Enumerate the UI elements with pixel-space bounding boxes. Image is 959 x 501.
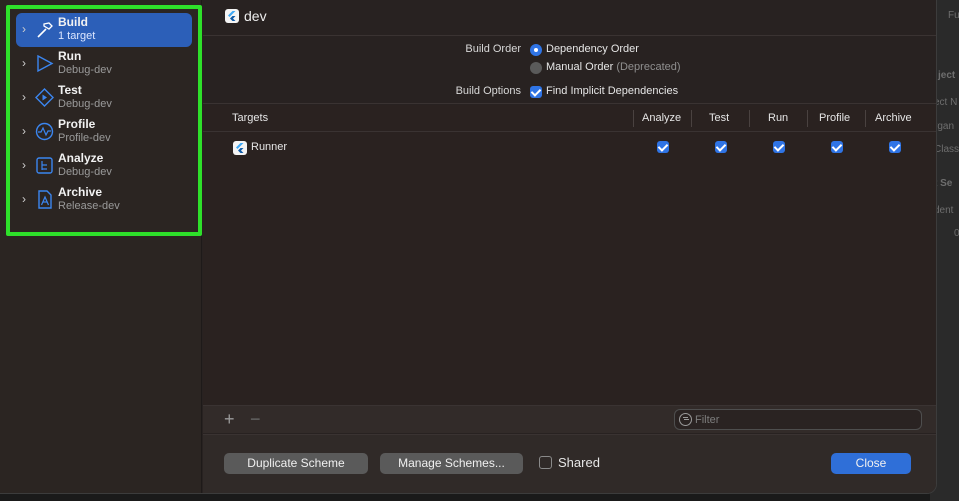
deprecated-note: (Deprecated): [616, 61, 681, 73]
column-header-run[interactable]: Run: [768, 112, 788, 124]
sheet-bottom-bar: Duplicate Scheme Manage Schemes... Share…: [203, 434, 936, 493]
scheme-actions-sidebar: › Build 1 target › Run Debug-dev › Test …: [0, 0, 202, 493]
action-detail: Profile-dev: [58, 132, 111, 144]
hammer-icon: [35, 20, 54, 39]
add-target-button[interactable]: +: [224, 409, 235, 429]
build-options-label: Build Options: [455, 85, 521, 97]
shared-label[interactable]: Shared: [558, 455, 600, 470]
chevron-right-icon[interactable]: ›: [22, 56, 32, 70]
table-row[interactable]: Runner: [203, 133, 936, 161]
column-divider: [749, 110, 750, 127]
profile-wave-icon: [35, 122, 54, 141]
run-checkbox[interactable]: [773, 141, 785, 153]
find-implicit-label[interactable]: Find Implicit Dependencies: [546, 85, 678, 97]
targets-table: Targets Analyze Test Run Profile Archive…: [203, 105, 936, 405]
column-header-targets[interactable]: Targets: [232, 112, 268, 124]
targets-table-header: Targets Analyze Test Run Profile Archive: [203, 105, 936, 132]
column-header-test[interactable]: Test: [709, 112, 729, 124]
action-detail: Release-dev: [58, 200, 120, 212]
manual-order-label: Manual Order: [546, 61, 614, 73]
background-text: 0: [954, 228, 959, 239]
column-divider: [633, 110, 634, 127]
action-name: Archive: [58, 185, 103, 199]
background-text: ject: [938, 70, 956, 81]
play-icon: [35, 54, 54, 73]
dependency-order-label[interactable]: Dependency Order: [546, 43, 639, 55]
manage-schemes-button[interactable]: Manage Schemes...: [380, 453, 523, 474]
filter-input[interactable]: [695, 412, 915, 427]
action-analyze[interactable]: › Analyze Debug-dev: [16, 149, 192, 183]
target-name: Runner: [251, 141, 288, 153]
table-footer: + −: [203, 405, 936, 433]
test-checkbox[interactable]: [715, 141, 727, 153]
column-divider: [807, 110, 808, 127]
chevron-right-icon[interactable]: ›: [22, 124, 32, 138]
archive-icon: [35, 190, 54, 209]
flutter-icon: [225, 9, 239, 23]
scheme-titlebar: dev: [203, 0, 936, 36]
remove-target-button[interactable]: −: [250, 409, 261, 429]
flutter-icon: [233, 141, 247, 155]
action-detail: 1 target: [58, 30, 96, 42]
action-name: Analyze: [58, 151, 104, 165]
column-divider: [865, 110, 866, 127]
action-archive[interactable]: › Archive Release-dev: [16, 183, 192, 217]
action-build[interactable]: › Build 1 target: [16, 13, 192, 47]
test-diamond-icon: [35, 88, 54, 107]
build-order-label: Build Order: [465, 43, 521, 55]
action-run[interactable]: › Run Debug-dev: [16, 47, 192, 81]
action-detail: Debug-dev: [58, 98, 112, 110]
dependency-order-radio[interactable]: [530, 44, 542, 56]
shared-checkbox[interactable]: [539, 456, 552, 469]
scheme-editor-sheet: › Build 1 target › Run Debug-dev › Test …: [0, 0, 937, 494]
archive-checkbox[interactable]: [889, 141, 901, 153]
filter-icon: [679, 413, 692, 426]
manual-order-option[interactable]: Manual Order (Deprecated): [546, 61, 681, 73]
background-text: ect N: [934, 97, 958, 108]
action-test[interactable]: › Test Debug-dev: [16, 81, 192, 115]
background-text: rgan: [934, 121, 955, 132]
column-header-analyze[interactable]: Analyze: [642, 112, 681, 124]
analyze-icon: [35, 156, 54, 175]
profile-checkbox[interactable]: [831, 141, 843, 153]
action-profile[interactable]: › Profile Profile-dev: [16, 115, 192, 149]
background-text: Fu: [948, 10, 959, 21]
action-name: Build: [58, 15, 88, 29]
chevron-right-icon[interactable]: ›: [22, 90, 32, 104]
action-detail: Debug-dev: [58, 166, 112, 178]
action-name: Run: [58, 49, 82, 63]
close-button[interactable]: Close: [831, 453, 911, 474]
analyze-checkbox[interactable]: [657, 141, 669, 153]
scheme-main-panel: dev Build Order Dependency Order Manual …: [203, 0, 936, 493]
scheme-title: dev: [244, 8, 267, 24]
column-header-profile[interactable]: Profile: [819, 112, 850, 124]
filter-field[interactable]: [674, 409, 922, 430]
chevron-right-icon[interactable]: ›: [22, 22, 32, 36]
action-detail: Debug-dev: [58, 64, 112, 76]
find-implicit-checkbox[interactable]: [530, 86, 542, 98]
background-text: Class: [934, 144, 959, 155]
action-name: Profile: [58, 117, 96, 131]
build-options-section: Build Order Dependency Order Manual Orde…: [203, 36, 936, 104]
duplicate-scheme-button[interactable]: Duplicate Scheme: [224, 453, 368, 474]
chevron-right-icon[interactable]: ›: [22, 158, 32, 172]
manual-order-radio[interactable]: [530, 62, 542, 74]
chevron-right-icon[interactable]: ›: [22, 192, 32, 206]
action-name: Test: [58, 83, 82, 97]
column-header-archive[interactable]: Archive: [875, 112, 912, 124]
column-divider: [691, 110, 692, 127]
